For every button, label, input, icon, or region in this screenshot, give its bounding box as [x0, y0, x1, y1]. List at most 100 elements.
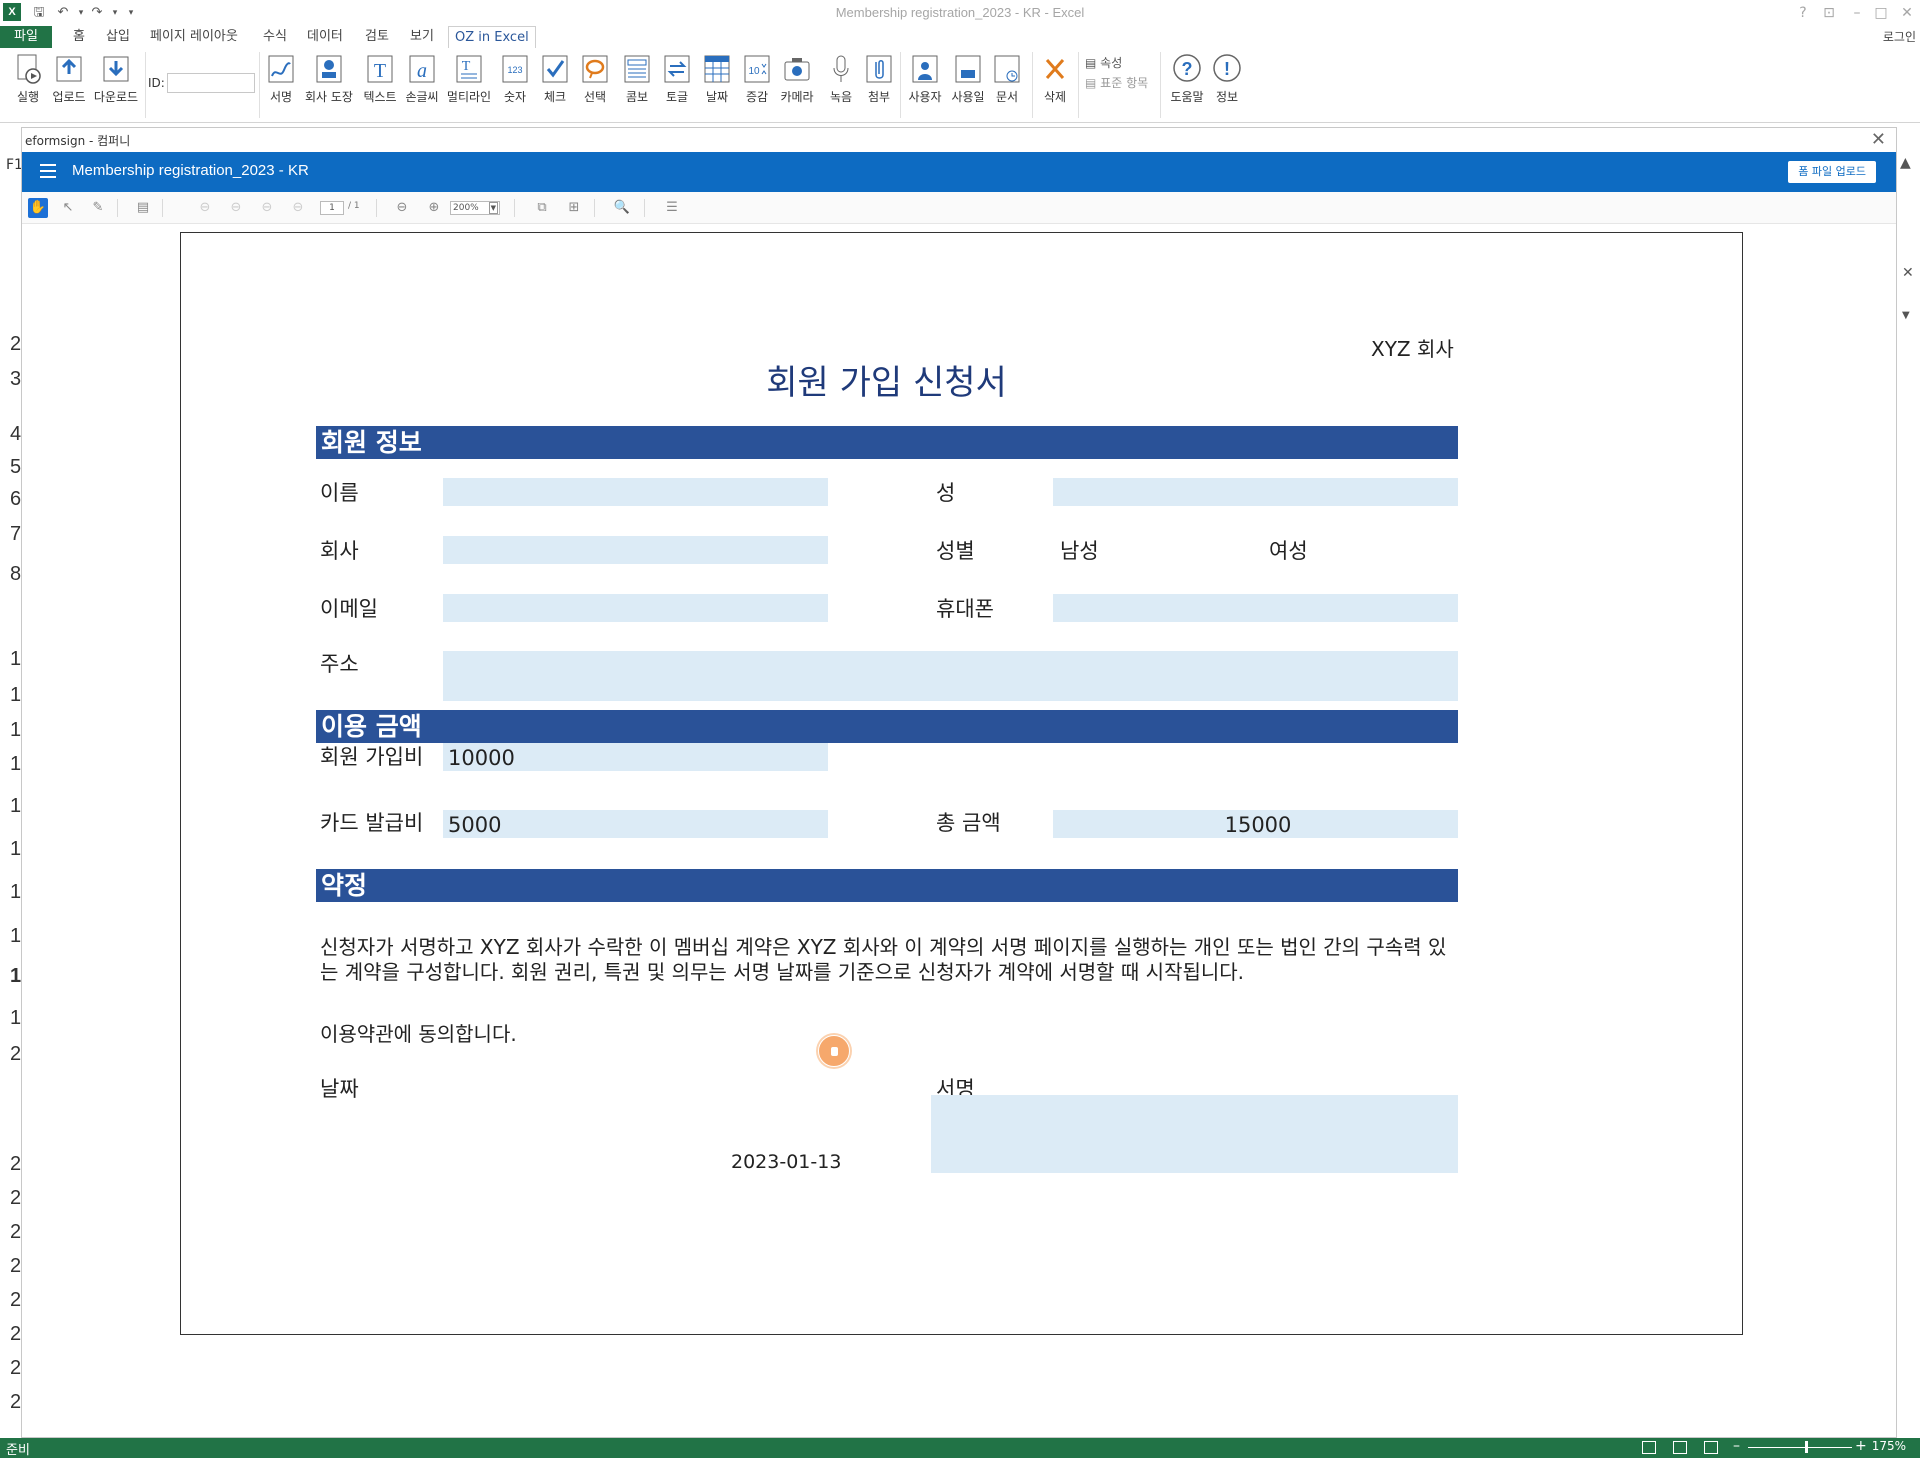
gender-option-male[interactable]: 남성: [1060, 535, 1099, 565]
page-number-input[interactable]: 1: [320, 201, 344, 215]
upload-icon: [56, 56, 82, 82]
pen-tool-icon[interactable]: ✎: [88, 198, 108, 218]
next-page-icon[interactable]: ⊖: [257, 198, 277, 218]
tab-review[interactable]: 검토: [365, 26, 389, 48]
zoom-slider[interactable]: [1748, 1447, 1852, 1448]
tab-oz-in-excel[interactable]: OZ in Excel: [448, 26, 536, 48]
page-break-view-icon[interactable]: [1704, 1441, 1718, 1454]
redo-icon[interactable]: ↷: [88, 4, 106, 22]
row-header: 1: [10, 925, 22, 947]
first-page-icon[interactable]: ⊖: [195, 198, 215, 218]
zoom-select[interactable]: 200% ▼: [450, 201, 500, 215]
form-upload-button[interactable]: 폼 파일 업로드: [1788, 161, 1876, 183]
close-icon[interactable]: ✕: [1896, 3, 1918, 23]
standard-items-button[interactable]: ▤ 표준 항목: [1085, 74, 1148, 91]
user-button[interactable]: 사용자: [904, 52, 946, 114]
document-button[interactable]: 문서: [990, 52, 1024, 114]
login-link[interactable]: 로그인: [1883, 26, 1916, 48]
company-field[interactable]: [443, 536, 828, 564]
fit-width-icon[interactable]: ⊞: [564, 198, 584, 218]
calendar-icon: [704, 55, 730, 83]
save-icon[interactable]: 🖫: [30, 4, 48, 22]
tab-insert[interactable]: 삽입: [106, 26, 130, 48]
properties-button[interactable]: ▤ 속성: [1085, 54, 1122, 71]
card-fee-field[interactable]: 5000: [443, 810, 828, 838]
component-toggle-button[interactable]: 토글: [660, 52, 694, 114]
component-attach-button[interactable]: 첨부: [862, 52, 896, 114]
zoom-in-icon[interactable]: ⊕: [424, 198, 444, 218]
id-input[interactable]: [167, 73, 255, 93]
tab-home[interactable]: 홈: [73, 26, 85, 48]
tab-formulas[interactable]: 수식: [263, 26, 287, 48]
zoom-slider-thumb[interactable]: [1805, 1441, 1808, 1453]
component-text-button[interactable]: T 텍스트: [360, 52, 400, 114]
component-multiline-button[interactable]: T 멀티라인: [444, 52, 494, 114]
page-layout-view-icon[interactable]: [1673, 1441, 1687, 1454]
prev-page-icon[interactable]: ⊖: [226, 198, 246, 218]
address-field[interactable]: [443, 651, 1458, 701]
component-combo-button[interactable]: 콤보: [620, 52, 654, 114]
join-fee-field[interactable]: 10000: [443, 743, 828, 771]
pane-dropdown-icon[interactable]: ▼: [1902, 310, 1910, 321]
page-view-icon[interactable]: ▤: [133, 198, 153, 218]
total-label: 총 금액: [936, 811, 1001, 835]
undo-icon[interactable]: ↶: [54, 4, 72, 22]
find-icon[interactable]: 🔍: [612, 198, 632, 218]
use-date-button[interactable]: 사용일: [948, 52, 988, 114]
ribbon-separator: [1160, 52, 1161, 118]
row-header: 2: [10, 1357, 22, 1379]
gender-option-female[interactable]: 여성: [1269, 535, 1308, 565]
normal-view-icon[interactable]: [1642, 1441, 1656, 1454]
tab-page-layout[interactable]: 페이지 레이아웃: [150, 26, 238, 48]
component-check-button[interactable]: 체크: [538, 52, 572, 114]
component-select-button[interactable]: 선택: [578, 52, 612, 114]
first-name-field[interactable]: [443, 478, 828, 506]
maximize-icon[interactable]: □: [1870, 3, 1892, 23]
help-button[interactable]: ? 도움말: [1166, 52, 1208, 114]
component-number-button[interactable]: 123 숫자: [498, 52, 532, 114]
delete-button[interactable]: 삭제: [1038, 52, 1072, 114]
last-page-icon[interactable]: ⊖: [288, 198, 308, 218]
pane-close-icon[interactable]: ✕: [1902, 265, 1914, 281]
tab-view[interactable]: 보기: [410, 26, 434, 48]
zoom-out-icon[interactable]: –: [1733, 1438, 1740, 1454]
scroll-up-icon[interactable]: ▲: [1900, 155, 1911, 171]
info-button[interactable]: ! 정보: [1210, 52, 1244, 114]
ribbon-separator: [900, 52, 901, 118]
zoom-level[interactable]: 175%: [1872, 1439, 1906, 1453]
zoom-dropdown-icon[interactable]: ▼: [488, 202, 498, 214]
mobile-field[interactable]: [1053, 594, 1458, 622]
upload-button[interactable]: 업로드: [48, 52, 90, 114]
component-company-stamp-button[interactable]: 회사 도장: [300, 52, 358, 114]
run-button[interactable]: 실행: [10, 52, 46, 114]
select-label: 선택: [583, 90, 607, 104]
hamburger-menu-icon[interactable]: [40, 164, 56, 178]
email-field[interactable]: [443, 594, 828, 622]
fit-page-icon[interactable]: ⧉: [532, 198, 552, 218]
zoom-out-icon[interactable]: ⊖: [392, 198, 412, 218]
component-date-button[interactable]: 날짜: [700, 52, 734, 114]
select-tool-icon[interactable]: ↖: [58, 198, 78, 218]
zoom-in-icon[interactable]: +: [1855, 1438, 1867, 1454]
row-header: 2: [10, 1043, 22, 1065]
form-document: XYZ 회사 회원 가입 신청서 회원 정보 이름 성 회사 성별 남성 여성 …: [180, 232, 1743, 1335]
ribbon-display-icon[interactable]: ⊡: [1818, 3, 1840, 23]
row-header: 1: [10, 753, 22, 775]
minimize-icon[interactable]: –: [1846, 3, 1868, 23]
date-value[interactable]: 2023-01-13: [731, 1151, 841, 1173]
signature-field[interactable]: [931, 1095, 1458, 1173]
eformsign-close-icon[interactable]: ✕: [1871, 128, 1886, 152]
component-handwriting-button[interactable]: a 손글씨: [402, 52, 442, 114]
component-signature-button[interactable]: 서명: [266, 52, 296, 114]
tab-data[interactable]: 데이터: [307, 26, 343, 48]
help-icon[interactable]: ?: [1792, 3, 1814, 23]
component-stepper-button[interactable]: 10 증감: [740, 52, 774, 114]
tab-file[interactable]: 파일: [0, 26, 52, 48]
last-name-field[interactable]: [1053, 478, 1458, 506]
customize-qat-icon[interactable]: ▾: [122, 4, 140, 22]
download-button[interactable]: 다운로드: [92, 52, 140, 114]
hand-tool-icon[interactable]: ✋: [28, 198, 48, 218]
component-camera-button[interactable]: 카메라: [776, 52, 818, 114]
more-menu-icon[interactable]: ☰: [662, 198, 682, 218]
component-record-button[interactable]: 녹음: [824, 52, 858, 114]
